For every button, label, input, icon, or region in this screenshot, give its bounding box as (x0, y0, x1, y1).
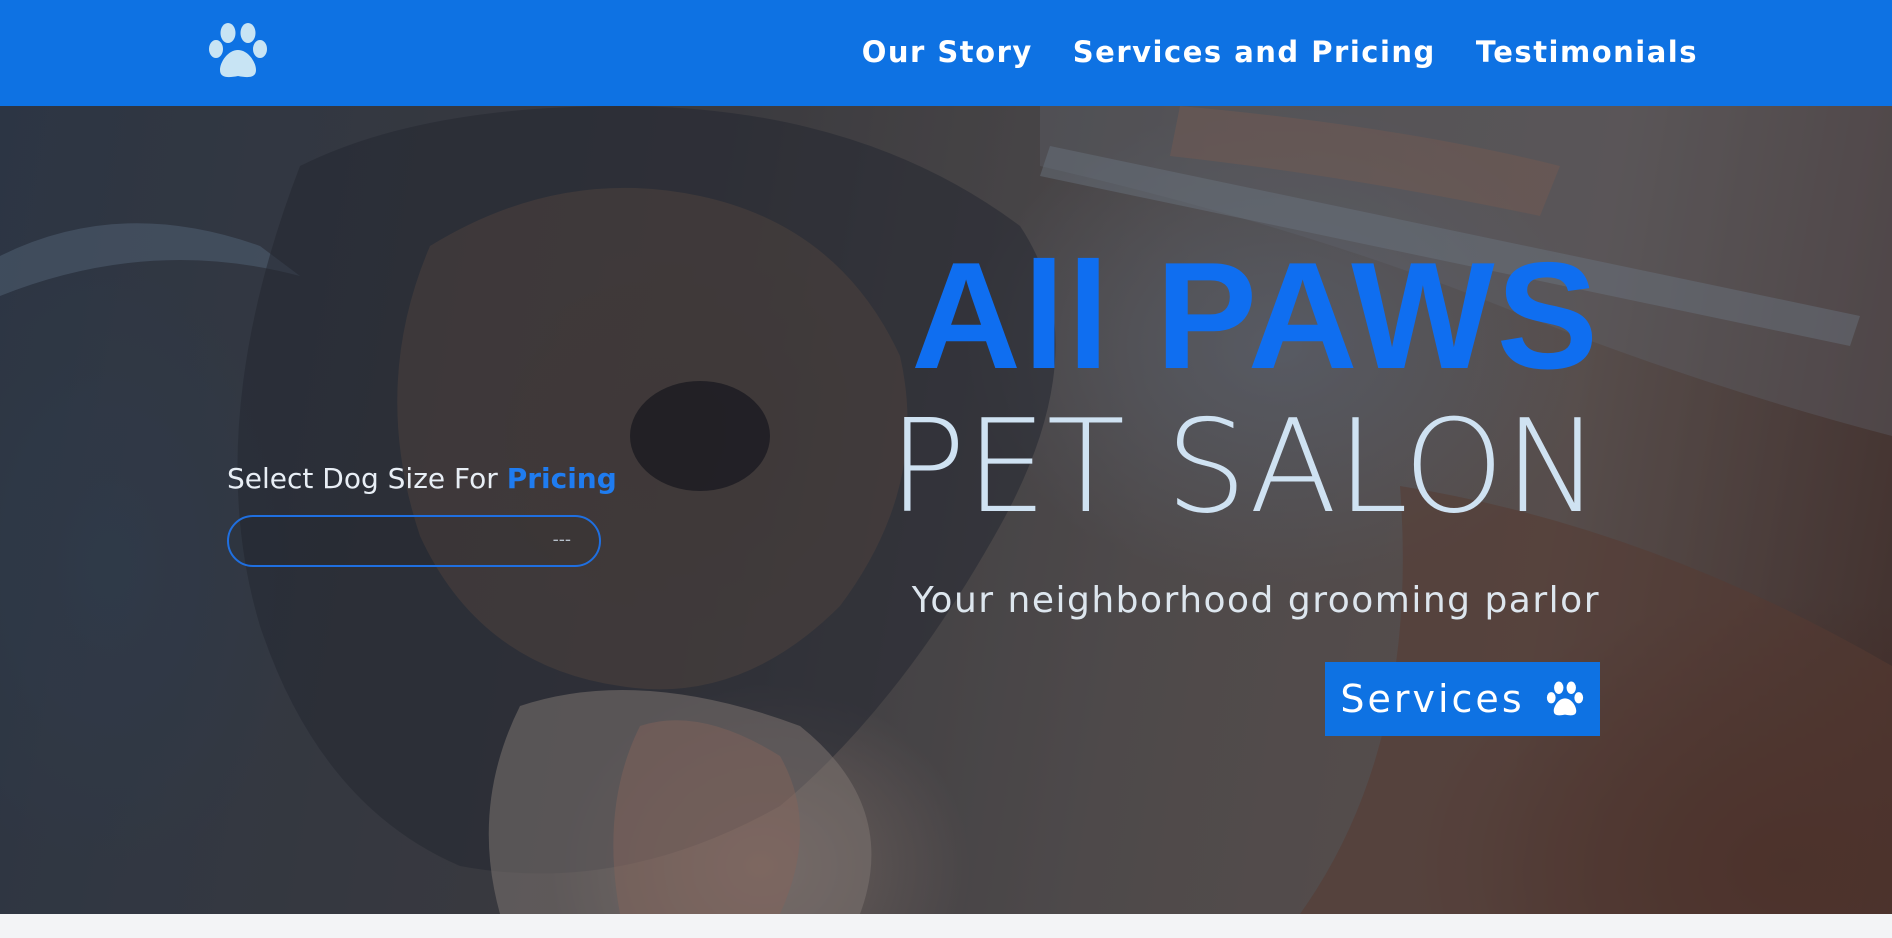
page-bottom-strip (0, 914, 1892, 938)
pricing-label-accent: Pricing (506, 462, 617, 495)
dog-size-select-value: --- (552, 530, 571, 550)
top-navbar: Our Story Services and Pricing Testimoni… (0, 0, 1892, 106)
hero-subtitle: PET SALON (888, 393, 1600, 542)
dog-size-select[interactable]: --- (227, 515, 601, 567)
services-button[interactable]: Services (1325, 662, 1600, 736)
main-nav: Our Story Services and Pricing Testimoni… (862, 0, 1698, 104)
paw-logo-icon[interactable] (206, 22, 270, 80)
hero-title: All PAWS (911, 231, 1600, 401)
nav-link-services-and-pricing[interactable]: Services and Pricing (1073, 35, 1436, 69)
pricing-select-label: Select Dog Size For Pricing (227, 462, 617, 495)
paw-icon (1546, 681, 1583, 716)
services-button-label: Services (1340, 677, 1525, 721)
hero-tagline: Your neighborhood grooming parlor (911, 580, 1600, 621)
hero-section: Select Dog Size For Pricing --- All PAWS… (0, 106, 1892, 914)
nav-link-testimonials[interactable]: Testimonials (1476, 35, 1698, 69)
nav-link-our-story[interactable]: Our Story (862, 35, 1033, 69)
pricing-label-prefix: Select Dog Size For (227, 462, 498, 495)
